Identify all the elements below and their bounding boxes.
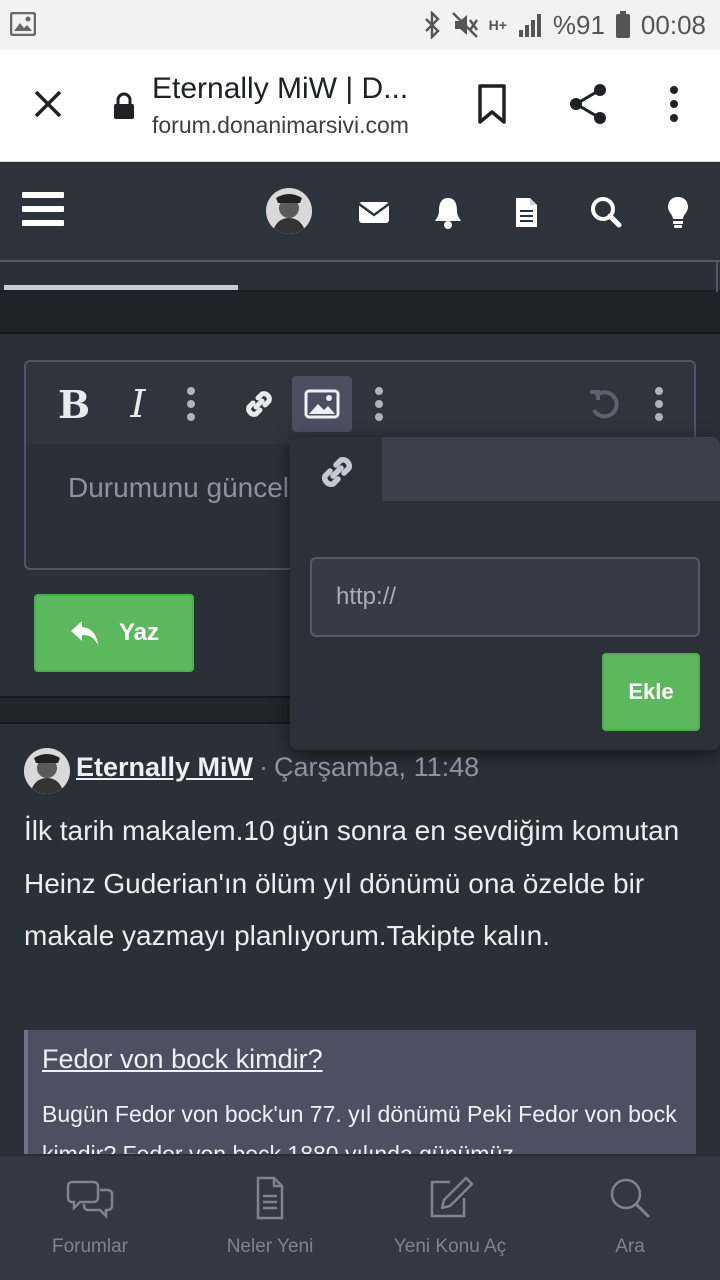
page-url[interactable]: forum.donanimarsivi.com xyxy=(152,112,409,139)
post-timestamp[interactable]: Çarşamba, 11:48 xyxy=(274,752,479,782)
envelope-icon[interactable] xyxy=(354,192,394,232)
active-tab-indicator[interactable] xyxy=(4,285,238,290)
post-meta: Eternally MiW · Çarşamba, 11:48 xyxy=(76,752,479,783)
network-type: H+ xyxy=(488,17,507,33)
editor-toolbar: B I xyxy=(26,362,694,444)
bookmark-icon[interactable] xyxy=(474,82,510,126)
link-icon[interactable] xyxy=(236,376,282,432)
url-input[interactable] xyxy=(310,557,700,637)
italic-button[interactable]: I xyxy=(118,376,158,432)
quoted-article: Fedor von bock kimdir? Bugün Fedor von b… xyxy=(24,1030,696,1160)
quoted-article-snippet: Bugün Fedor von bock'un 77. yıl dönümü P… xyxy=(42,1101,677,1160)
submit-button[interactable]: Yaz xyxy=(34,594,194,672)
more-insert-options-icon[interactable] xyxy=(364,376,394,432)
image-button[interactable] xyxy=(292,376,352,432)
divider xyxy=(0,292,720,334)
share-icon[interactable] xyxy=(566,82,610,126)
signal-icon xyxy=(518,14,541,37)
more-editor-options-icon[interactable] xyxy=(644,376,674,432)
add-link-button[interactable]: Ekle xyxy=(602,653,700,731)
edit-icon xyxy=(430,1176,474,1218)
quoted-article-title[interactable]: Fedor von bock kimdir? xyxy=(42,1044,323,1075)
forum-header xyxy=(0,162,720,260)
bluetooth-icon xyxy=(424,11,440,39)
popup-tab-bar xyxy=(382,437,720,501)
nav-label: Neler Yeni xyxy=(226,1236,314,1257)
nav-new-thread[interactable]: Yeni Konu Aç xyxy=(360,1156,540,1280)
close-icon[interactable] xyxy=(28,84,68,124)
post-body: İlk tarih makalem.10 gün sonra en sevdiğ… xyxy=(24,815,680,951)
user-avatar[interactable] xyxy=(266,188,312,234)
section-tabs xyxy=(0,260,720,292)
nav-search[interactable]: Ara xyxy=(540,1156,720,1280)
page-title: Eternally MiW | D... xyxy=(152,72,409,105)
author-avatar[interactable] xyxy=(24,748,70,794)
meta-separator: · xyxy=(259,752,269,782)
nav-forums[interactable]: Forumlar xyxy=(0,1156,180,1280)
search-icon xyxy=(610,1178,650,1218)
nav-whats-new[interactable]: Neler Yeni xyxy=(180,1156,360,1280)
nav-label: Yeni Konu Aç xyxy=(393,1236,507,1257)
nav-label: Ara xyxy=(615,1236,645,1257)
status-bar: H+ %91 00:08 xyxy=(0,0,720,50)
more-text-options-icon[interactable] xyxy=(176,376,206,432)
reply-icon xyxy=(70,621,98,645)
menu-icon[interactable] xyxy=(22,192,64,228)
lock-icon xyxy=(114,92,134,119)
undo-icon[interactable] xyxy=(582,376,626,432)
nav-label: Forumlar xyxy=(51,1236,128,1257)
more-options-icon[interactable] xyxy=(660,84,688,124)
bell-icon[interactable] xyxy=(428,192,468,232)
document-icon xyxy=(256,1176,284,1220)
submit-label: Yaz xyxy=(118,619,160,646)
clock: 00:08 xyxy=(640,9,706,40)
bold-button[interactable]: B xyxy=(54,376,94,432)
insert-link-popup: Ekle xyxy=(290,437,720,750)
mute-icon xyxy=(451,12,478,38)
gallery-icon xyxy=(10,12,36,36)
chat-bubbles-icon xyxy=(66,1180,114,1220)
battery-percent: %91 xyxy=(552,9,605,40)
document-icon[interactable] xyxy=(506,192,546,232)
battery-icon xyxy=(615,11,630,38)
search-icon[interactable] xyxy=(586,192,626,232)
browser-toolbar: Eternally MiW | D... forum.donanimarsivi… xyxy=(0,50,720,162)
bottom-navigation: Forumlar Neler Yeni Yeni Konu Aç Ara xyxy=(0,1154,720,1280)
link-tab-icon[interactable] xyxy=(314,449,360,495)
author-link[interactable]: Eternally MiW xyxy=(76,752,253,782)
lightbulb-icon[interactable] xyxy=(658,192,698,232)
